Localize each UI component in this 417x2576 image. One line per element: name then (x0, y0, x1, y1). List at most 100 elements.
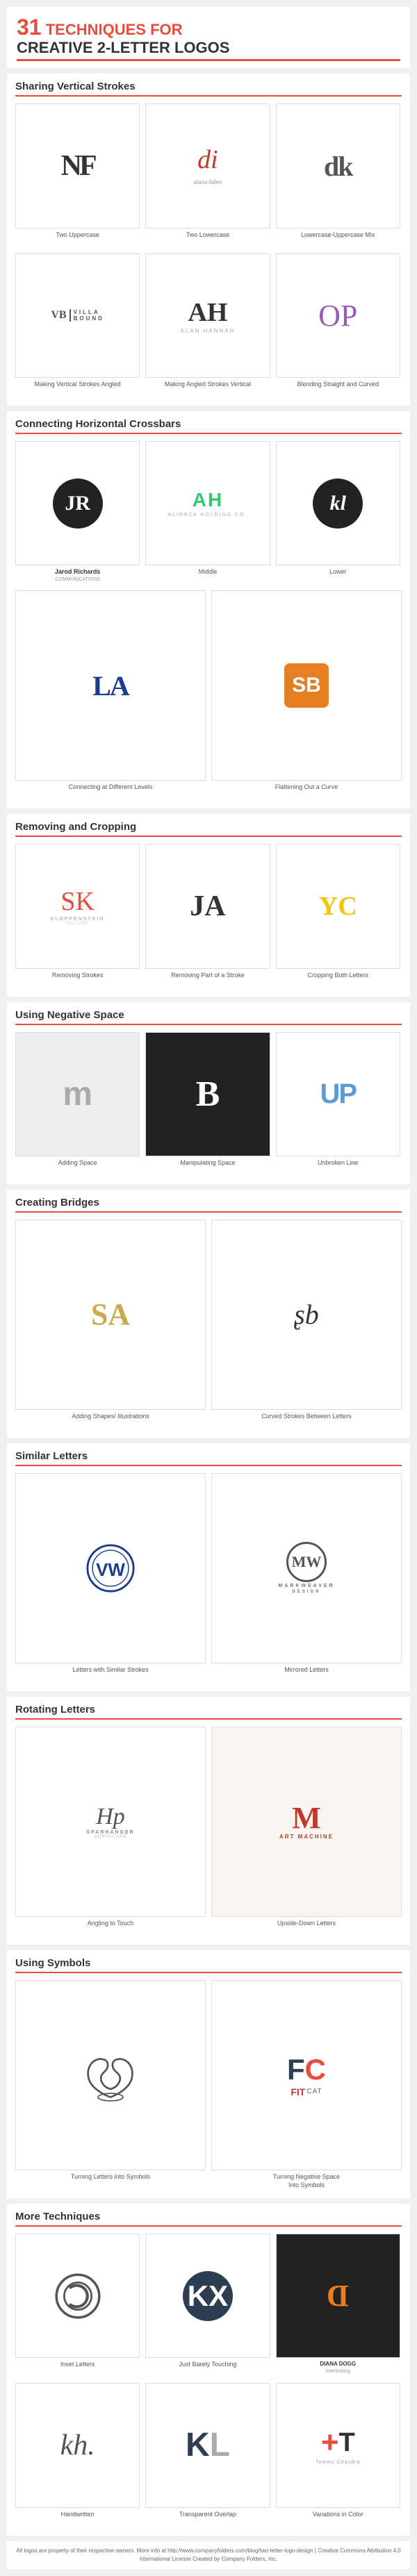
sb2-logo: ʂb (294, 1298, 319, 1331)
caption-barely-touching: Just Barely Touching (179, 2361, 237, 2377)
caption-adding-shapes: Adding Shapes/ Illustrations (72, 1413, 149, 1429)
tc-name: Tommy Chandra (316, 2460, 360, 2465)
caption-angled-vertical: Making Angled Strokes Vertical (165, 381, 251, 397)
sa-logo: SA (91, 1297, 130, 1332)
caption-flattening: Flattening Out a Curve (275, 783, 338, 800)
vb-letters: VB (51, 309, 70, 322)
section-removing-cropping: Removing and Cropping SK KLOPPENSTEIN SA… (7, 814, 410, 996)
logo-item-crossbar-top: JR Jarod Richards COMMUNICATIONS (15, 441, 140, 585)
dd-name: DIANA DOGG (320, 2361, 356, 2368)
section-title-bridges: Creating Bridges (15, 1197, 402, 1213)
logo-grid-crossbars: JR Jarod Richards COMMUNICATIONS AH ALIR… (15, 441, 402, 800)
header-number: 31 (17, 15, 42, 40)
caption-mirrored: Mirrored Letters (284, 1666, 329, 1683)
op-logo: OP (318, 298, 357, 333)
caption-inset: Inset Letters (60, 2361, 95, 2377)
logo-item-blending: OP Blending Straight and Curved (276, 254, 400, 397)
caption-two-lowercase: Two Lowercase (186, 231, 230, 248)
caption-vertical-angled: Making Vertical Strokes Angled (35, 381, 121, 397)
logo-item-variations-color: + T Tommy Chandra Variations in Color (276, 2383, 400, 2527)
logo-box-angling: Hp SPARHANGER HORSECARE (15, 1727, 206, 1917)
diana-logo: di (197, 145, 218, 174)
am-m-logo: M (292, 1803, 321, 1834)
kl-circle: kl (313, 479, 363, 529)
ah-logo: AH (188, 297, 227, 328)
section-title-removing: Removing and Cropping (15, 821, 402, 837)
caption-interlocking: DIANA DOGG Interlocking (320, 2361, 356, 2377)
section-connecting-crossbars: Connecting Horizontal Crossbars JR Jarod… (7, 411, 410, 808)
logo-box-mirrored: MW MARKWEAVER DESIGN (211, 1473, 402, 1663)
logo-box-turning-symbols (15, 1980, 206, 2170)
alr-text: ALIREZA HOLDING CO. (167, 513, 247, 517)
caption-two-uppercase: Two Uppercase (56, 231, 99, 248)
logo-item-transparent: KL Transparent Overlap (145, 2383, 270, 2527)
comedy-container (54, 2272, 102, 2320)
logo-grid-bridges: SA Adding Shapes/ Illustrations ʂb Curve… (15, 1220, 402, 1429)
logo-item-angling: Hp SPARHANGER HORSECARE Angling to Touch (15, 1727, 206, 1936)
sk-logo: SK (60, 886, 95, 917)
logo-item-similar-strokes: VW Letters with Similar Strokes (15, 1473, 206, 1683)
section-title-negative: Using Negative Space (15, 1009, 402, 1025)
logo-item-two-lowercase: di diana fallen Two Lowercase (145, 103, 270, 247)
logo-item-two-uppercase: NF Two Uppercase (15, 103, 140, 247)
logo-grid-similar: VW Letters with Similar Strokes MW MARKW… (15, 1473, 402, 1683)
caption-lowercase-uppercase: Lowercase-Uppercase Mix (301, 231, 375, 248)
tc-t: T (339, 2428, 355, 2458)
logo-item-adding-shapes: SA Adding Shapes/ Illustrations (15, 1220, 206, 1429)
caption-negative-symbols: Turning Negative SpaceInto Symbols (273, 2173, 340, 2190)
logo-box-handwritten: kh. (15, 2383, 140, 2507)
section-title-crossbars: Connecting Horizontal Crossbars (15, 418, 402, 434)
b-logo: B (196, 1074, 220, 1115)
jr-circle: JR (53, 479, 103, 529)
section-similar-letters: Similar Letters VW Letters with Similar … (7, 1443, 410, 1691)
sk-subtitle: KLOPPENSTEIN (51, 917, 105, 922)
diana-logo-container: di diana fallen (194, 144, 222, 188)
mw-label-main: MARKWEAVER (278, 1584, 334, 1588)
logo-item-different-levels: LA Connecting at Different Levels (15, 590, 206, 800)
tc-plus: + (321, 2425, 339, 2460)
logo-box-unbroken-line: UP (276, 1032, 400, 1156)
logo-item-curved-strokes: ʂb Curved Strokes Between Letters (211, 1220, 402, 1429)
jarod-name: Jarod Richards (55, 568, 101, 576)
caption-turning-symbols: Turning Letters into Symbols (71, 2173, 150, 2190)
caption-adding-space: Adding Space (58, 1159, 97, 1176)
yc-logo: YC (319, 891, 357, 922)
vb-text: VILLABOUND (74, 309, 104, 322)
caption-different-levels: Connecting at Different Levels (69, 783, 152, 800)
logo-item-flattening: SB Flattening Out a Curve (211, 590, 402, 800)
logo-box-manipulating-space: B (145, 1032, 270, 1156)
logo-item-handwritten: kh. Handwritten (15, 2383, 140, 2527)
logo-box-cropping-both: YC (276, 844, 400, 968)
sb-logo: SB (284, 663, 329, 708)
header-line (17, 59, 400, 61)
section-title-similar: Similar Letters (15, 1450, 402, 1466)
section-sharing-vertical-strokes: Sharing Vertical Strokes NF Two Uppercas… (7, 74, 410, 406)
logo-item-turning-symbols: Turning Letters into Symbols (15, 1980, 206, 2190)
logo-box-adding-shapes: SA (15, 1220, 206, 1410)
caption-cropping-both: Cropping Both Letters (308, 972, 369, 988)
caption-transparent: Transparent Overlap (179, 2511, 236, 2527)
logo-box-barely-touching: KX (145, 2234, 270, 2358)
logo-box-upside-down: M ART MACHINE (211, 1727, 402, 1917)
logo-box-curved-strokes: ʂb (211, 1220, 402, 1410)
logo-box-angled-vertical: AH ALAN HANNAH (145, 254, 270, 378)
logo-item-negative-symbols: F C FIT CAT Turning Negative SpaceInto S… (211, 1980, 402, 2190)
fc-f: F (287, 2053, 305, 2086)
logo-item-vertical-angled: VB VILLABOUND Making Vertical Strokes An… (15, 254, 140, 397)
dd-container: D (327, 2278, 349, 2313)
logo-item-unbroken-line: UP Unbroken Line (276, 1032, 400, 1176)
logo-item-cropping-both: YC Cropping Both Letters (276, 844, 400, 988)
logo-box-lowercase-uppercase: dk (276, 103, 400, 228)
comedy-svg (54, 2272, 102, 2320)
alr-letters: AH (193, 489, 223, 511)
caption-upside-down: Upside-Down Letters (277, 1920, 336, 1936)
hp-container: Hp SPARHANGER HORSECARE (86, 1804, 134, 1839)
section-negative-space: Using Negative Space m Adding Space B Ma… (7, 1002, 410, 1184)
logo-item-barely-touching: KX Just Barely Touching (145, 2234, 270, 2377)
section-title-sharing: Sharing Vertical Strokes (15, 81, 402, 97)
logo-grid-symbols: Turning Letters into Symbols F C FIT CAT (15, 1980, 402, 2190)
section-title-more: More Techniques (15, 2211, 402, 2227)
la-logo: LA (92, 670, 129, 702)
kh-logo: kh. (60, 2429, 95, 2462)
ja-logo: JA (190, 890, 225, 923)
